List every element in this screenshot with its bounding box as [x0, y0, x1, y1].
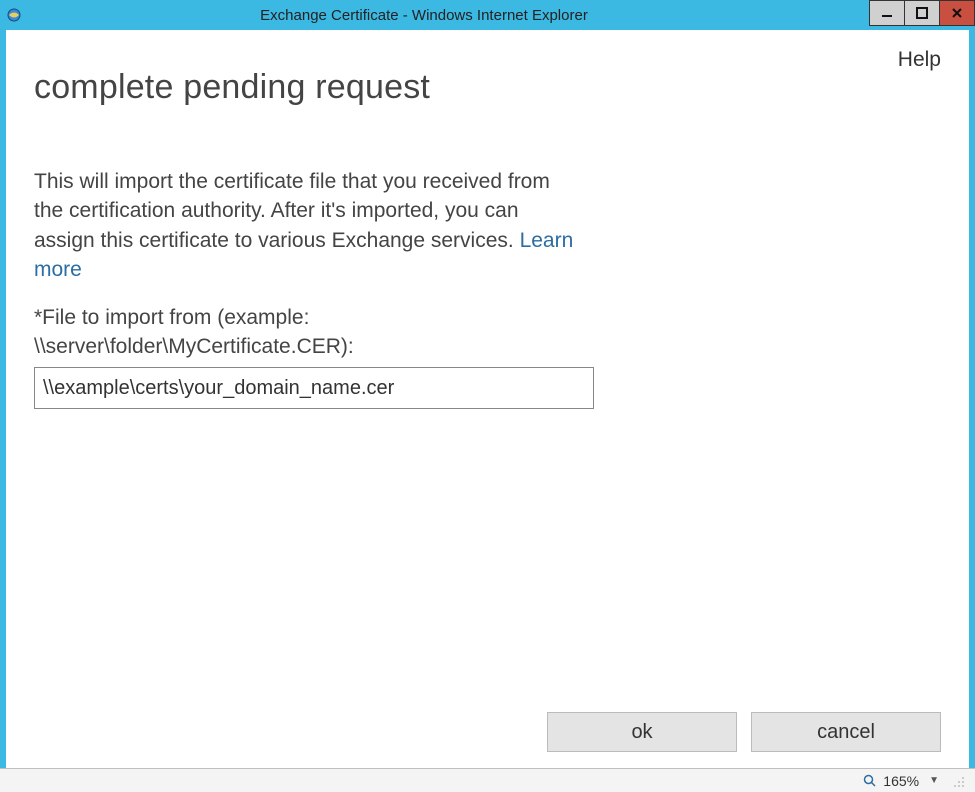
- window-title: Exchange Certificate - Windows Internet …: [28, 7, 870, 24]
- file-label-line2: \\server\folder\MyCertificate.CER):: [34, 335, 354, 358]
- zoom-control[interactable]: 165% ▼: [863, 773, 943, 789]
- resize-grip[interactable]: [951, 774, 965, 788]
- description-body: This will import the certificate file th…: [34, 170, 550, 252]
- file-import-label: *File to import from (example: \\server\…: [34, 303, 574, 362]
- file-label-line1: *File to import from (example:: [34, 306, 309, 329]
- description-text: This will import the certificate file th…: [34, 167, 574, 285]
- zoom-level: 165%: [883, 773, 919, 789]
- zoom-dropdown[interactable]: ▼: [925, 775, 943, 786]
- content-area: Help complete pending request This will …: [6, 30, 969, 768]
- magnifier-icon: [863, 774, 877, 788]
- page-title: complete pending request: [34, 68, 941, 107]
- maximize-icon: [916, 7, 928, 19]
- maximize-button[interactable]: [904, 0, 940, 26]
- statusbar: 165% ▼: [0, 768, 975, 792]
- cancel-button[interactable]: cancel: [751, 712, 941, 752]
- ie-icon: [6, 7, 22, 23]
- close-button[interactable]: [939, 0, 975, 26]
- help-link[interactable]: Help: [898, 48, 941, 72]
- dialog-buttons: ok cancel: [547, 712, 941, 752]
- window-controls: [870, 0, 975, 30]
- minimize-icon: [881, 7, 893, 19]
- close-icon: [951, 7, 963, 19]
- file-path-input[interactable]: [34, 367, 594, 409]
- titlebar: Exchange Certificate - Windows Internet …: [0, 0, 975, 30]
- ok-button[interactable]: ok: [547, 712, 737, 752]
- minimize-button[interactable]: [869, 0, 905, 26]
